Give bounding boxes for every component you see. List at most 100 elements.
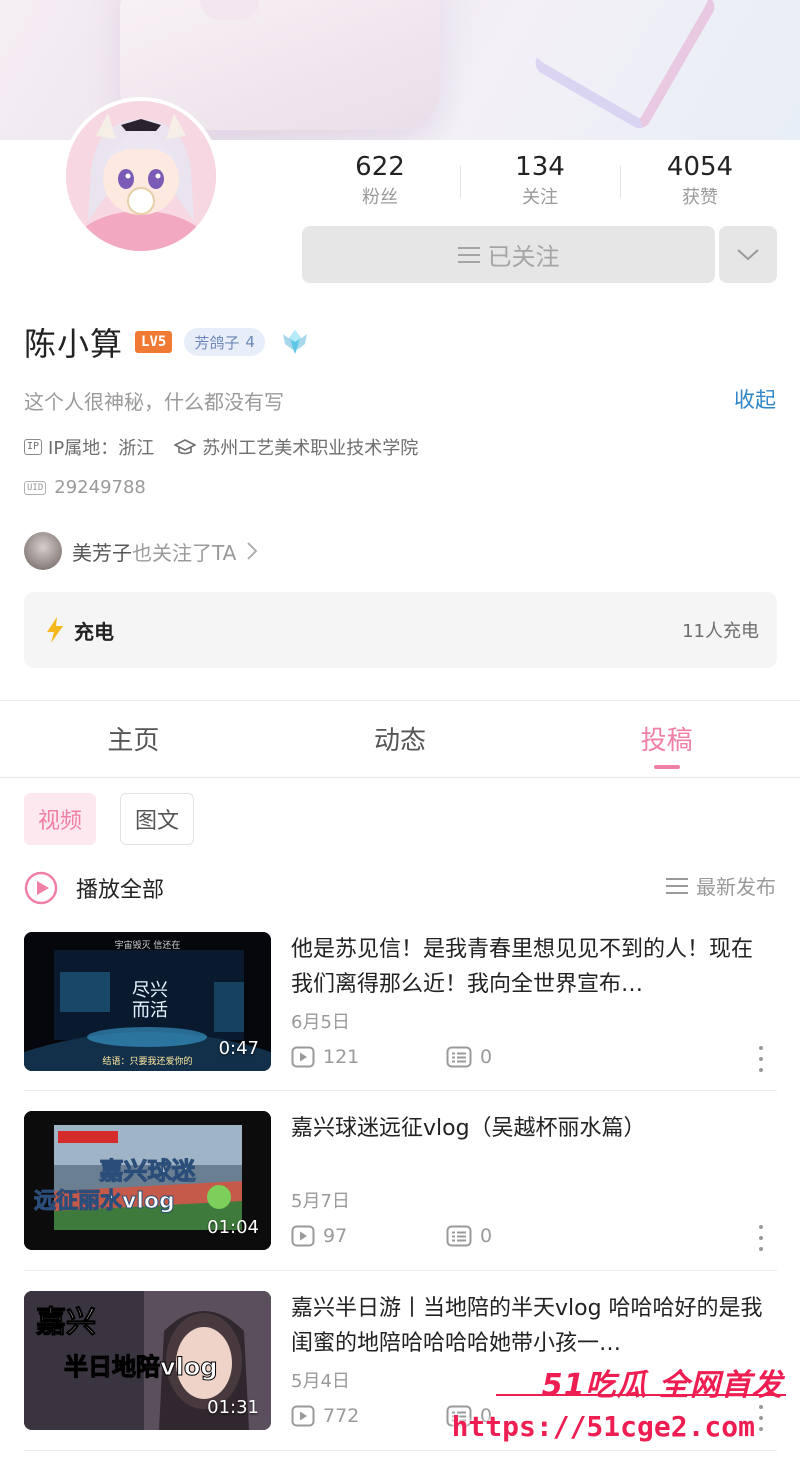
sort-label: 最新发布: [696, 875, 776, 899]
avatar-illustration: [66, 101, 216, 251]
tab-uploads[interactable]: 投稿: [533, 706, 800, 777]
charge-panel[interactable]: 充电 11人充电: [24, 592, 777, 668]
video-plays: 121: [291, 1046, 359, 1068]
filter-article[interactable]: 图文: [120, 793, 195, 845]
profile-stats: 622 粉丝 134 关注 4054 获赞: [300, 150, 780, 220]
stat-value: 134: [515, 152, 565, 182]
video-date: 5月4日: [291, 1371, 350, 1392]
stat-likes[interactable]: 4054 获赞: [620, 150, 780, 220]
avatar[interactable]: [62, 97, 220, 255]
uid-text: 29249788: [54, 477, 146, 498]
graduation-cap-icon: [174, 439, 197, 455]
svg-text:尽兴: 尽兴: [132, 980, 168, 1001]
filter-video[interactable]: 视频: [24, 793, 97, 845]
stat-label: 获赞: [682, 187, 718, 208]
play-count-icon: [291, 1046, 315, 1068]
play-count-icon: [291, 1225, 315, 1247]
ip-location: IP IP属地：浙江: [24, 434, 154, 460]
uid-row: UID 29249788: [24, 477, 146, 498]
watermark-url: https://51cge2.com: [451, 1410, 755, 1443]
thumb-caption-top: 嘉兴球迷: [99, 1157, 196, 1186]
video-item[interactable]: 尽兴 而活 宇宙毁灭 信还在 结语：只要我还爱你的 0:47 他是苏见信！是我青…: [24, 932, 777, 1072]
tab-dynamics[interactable]: 动态: [267, 706, 534, 777]
level-badge[interactable]: LV5: [135, 331, 173, 353]
video-plays: 97: [291, 1225, 347, 1247]
mutual-name: 美芳子: [72, 540, 132, 565]
watermark: 51吃瓜 全网首发 https://51cge2.com: [452, 1360, 795, 1460]
stat-value: 622: [355, 152, 405, 182]
banner-decoration: [531, 0, 719, 133]
sort-lines-icon: [666, 877, 688, 894]
video-title[interactable]: 嘉兴球迷远征vlog（吴越杯丽水篇）: [291, 1111, 771, 1146]
thumb-caption-top: 嘉兴: [36, 1305, 97, 1341]
video-plays: 772: [291, 1405, 359, 1427]
divider: [0, 700, 800, 701]
comment-count: 0: [480, 1225, 493, 1247]
more-options-icon[interactable]: [749, 1225, 773, 1251]
username: 陈小算: [24, 325, 124, 363]
thumb-caption-bottom: 远征丽水vlog: [34, 1189, 176, 1215]
follow-options-button[interactable]: [719, 226, 777, 283]
watermark-title: 51吃瓜 全网首发: [541, 1368, 783, 1403]
uid-tag-icon: UID: [24, 480, 47, 495]
school[interactable]: 苏州工艺美术职业技术学院: [174, 434, 418, 460]
mutual-text: 也关注了TA: [132, 540, 237, 565]
play-count-icon: [291, 1405, 315, 1427]
tab-home[interactable]: 主页: [0, 706, 267, 777]
svg-text:而活: 而活: [132, 1000, 168, 1021]
video-title[interactable]: 他是苏见信！是我青春里想见见不到的人！现在我们离得那么近！我向全世界宣布…: [291, 932, 771, 1002]
meta-row: IP IP属地：浙江 苏州工艺美术职业技术学院: [24, 434, 418, 460]
chevron-right-icon: [247, 542, 258, 560]
thumb-caption-top: 宇宙毁灭 信还在: [114, 941, 181, 951]
comment-count-icon: [446, 1046, 472, 1068]
play-all-button[interactable]: 播放全部: [24, 866, 164, 910]
profile-tabs: 主页 动态 投稿: [0, 706, 800, 778]
comment-count-icon: [446, 1225, 472, 1247]
followed-button[interactable]: 已关注: [302, 226, 715, 283]
play-all-label: 播放全部: [76, 878, 165, 903]
video-thumbnail[interactable]: 嘉兴球迷 远征丽水vlog 01:04: [24, 1111, 271, 1250]
fan-medal-level: 4: [245, 333, 255, 351]
lightning-icon: [47, 617, 63, 643]
mutual-follow[interactable]: 美芳子也关注了TA: [24, 531, 258, 571]
followed-button-label: 已关注: [487, 243, 560, 271]
video-title[interactable]: 嘉兴半日游丨当地陪的半天vlog 哈哈哈好的是我闺蜜的地陪哈哈哈哈她带小孩一…: [291, 1291, 771, 1361]
stat-following[interactable]: 134 关注: [460, 150, 620, 220]
video-thumbnail[interactable]: 尽兴 而活 宇宙毁灭 信还在 结语：只要我还爱你的 0:47: [24, 932, 271, 1071]
video-comments: 0: [446, 1225, 492, 1247]
thumb-caption-bottom: 半日地陪vlog: [64, 1353, 219, 1382]
play-circle-icon: [24, 871, 58, 905]
comment-count: 0: [480, 1046, 493, 1068]
fan-medal-badge[interactable]: 芳鸽子 4: [184, 328, 265, 356]
divider: [24, 1270, 777, 1271]
school-text: 苏州工艺美术职业技术学院: [202, 438, 419, 459]
video-duration: 0:47: [218, 1038, 259, 1059]
video-date: 6月5日: [291, 1012, 350, 1033]
watermark-underline: [496, 1394, 786, 1396]
fan-medal-name: 芳鸽子: [194, 333, 240, 352]
video-comments: 0: [446, 1046, 492, 1068]
sort-button[interactable]: 最新发布: [666, 871, 776, 900]
menu-lines-icon: [457, 246, 480, 263]
stat-value: 4054: [666, 152, 734, 182]
stat-label: 关注: [522, 187, 558, 208]
video-thumbnail[interactable]: 嘉兴 半日地陪vlog 01:31: [24, 1291, 271, 1430]
ip-tag-icon: IP: [24, 439, 43, 455]
collapse-link[interactable]: 收起: [734, 384, 776, 414]
video-duration: 01:31: [207, 1397, 259, 1418]
mutual-avatar: [24, 532, 62, 570]
bio-text: 这个人很神秘，什么都没有写: [24, 390, 284, 414]
divider: [24, 1090, 777, 1091]
name-row: 陈小算 LV5 芳鸽子 4: [24, 320, 313, 364]
video-date: 5月7日: [291, 1191, 350, 1212]
charge-label: 充电: [74, 619, 114, 644]
play-count: 121: [323, 1046, 360, 1068]
more-options-icon[interactable]: [749, 1046, 773, 1072]
crystal-icon[interactable]: [277, 324, 313, 360]
stat-followers[interactable]: 622 粉丝: [300, 150, 460, 220]
stat-label: 粉丝: [362, 187, 398, 208]
play-count: 772: [323, 1405, 360, 1427]
ip-location-text: IP属地：浙江: [48, 438, 155, 459]
play-count: 97: [323, 1225, 348, 1247]
video-item[interactable]: 嘉兴球迷 远征丽水vlog 01:04 嘉兴球迷远征vlog（吴越杯丽水篇） 5…: [24, 1111, 777, 1251]
